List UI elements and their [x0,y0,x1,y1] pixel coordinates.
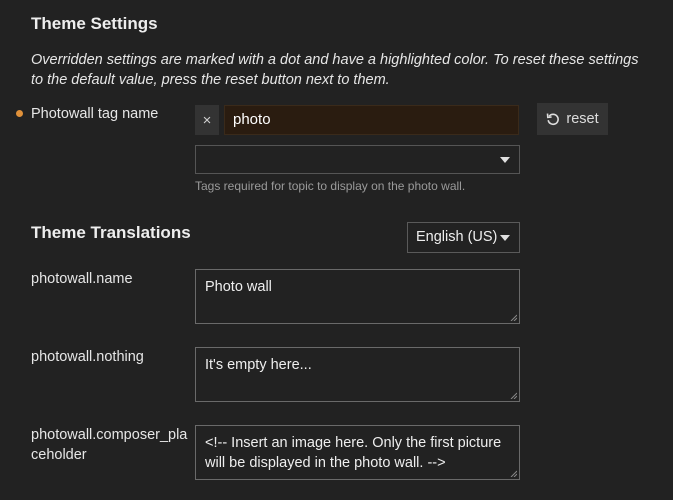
theme-settings-page: Theme Settings Overridden settings are m… [0,0,673,500]
translation-textarea[interactable]: <!-- Insert an image here. Only the firs… [195,425,520,480]
photowall-tag-label: Photowall tag name [31,106,159,122]
theme-translations-heading: Theme Translations [31,223,191,242]
language-selector-label: English (US) [416,229,498,245]
caret-down-icon [500,157,510,163]
theme-settings-heading: Theme Settings [31,14,158,33]
translation-key-label: photowall.name [31,271,133,287]
remove-tag-button[interactable]: × [195,105,219,135]
resize-grip-icon[interactable] [510,392,517,399]
tag-hint-text: Tags required for topic to display on th… [195,179,466,193]
resize-grip-icon[interactable] [510,470,517,477]
tag-chooser-dropdown[interactable] [195,145,520,174]
language-selector[interactable]: English (US) [407,222,520,253]
translation-textarea[interactable]: Photo wall [195,269,520,324]
resize-grip-icon[interactable] [510,314,517,321]
undo-icon [547,113,560,126]
translation-key-label: photowall.composer_placeholder [31,427,188,463]
photowall-tag-input[interactable]: photo [224,105,519,135]
translation-key-label: photowall.nothing [31,349,144,365]
translation-textarea[interactable]: It's empty here... [195,347,520,402]
translation-value: Photo wall [205,279,272,295]
reset-button[interactable]: reset [537,103,608,135]
reset-label: reset [566,111,599,127]
translation-value: <!-- Insert an image here. Only the firs… [205,435,502,471]
theme-settings-description: Overridden settings are marked with a do… [31,52,639,88]
translation-value: It's empty here... [205,357,312,373]
overridden-dot-icon [16,110,23,117]
caret-down-icon [500,235,510,241]
